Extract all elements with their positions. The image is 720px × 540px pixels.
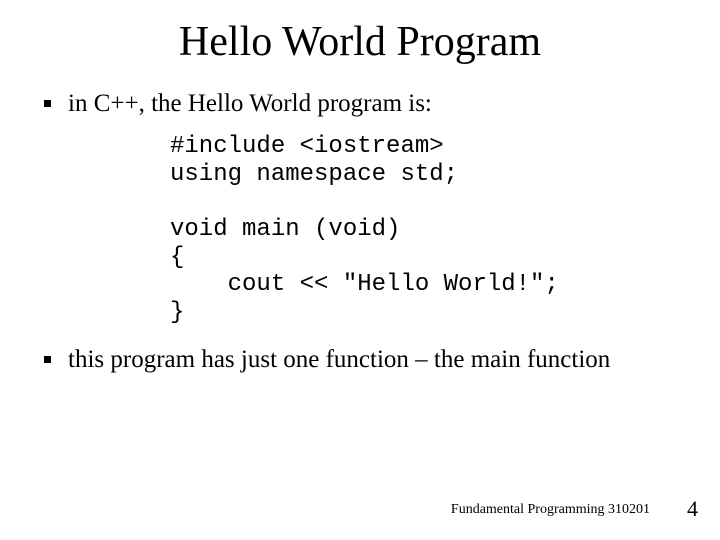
page-number: 4 <box>687 496 698 522</box>
bullet-list: in C++, the Hello World program is: #inc… <box>40 88 680 376</box>
bullet-text: in C++, the Hello World program is: <box>68 90 432 117</box>
footer-text: Fundamental Programming 310201 <box>451 502 650 518</box>
slide: Hello World Program in C++, the Hello Wo… <box>0 0 720 540</box>
bullet-item: this program has just one function – the… <box>40 344 680 375</box>
slide-title: Hello World Program <box>40 18 680 66</box>
code-block: #include <iostream> using namespace std;… <box>170 133 680 326</box>
bullet-item: in C++, the Hello World program is: #inc… <box>40 88 680 326</box>
bullet-text: this program has just one function – the… <box>68 346 610 373</box>
